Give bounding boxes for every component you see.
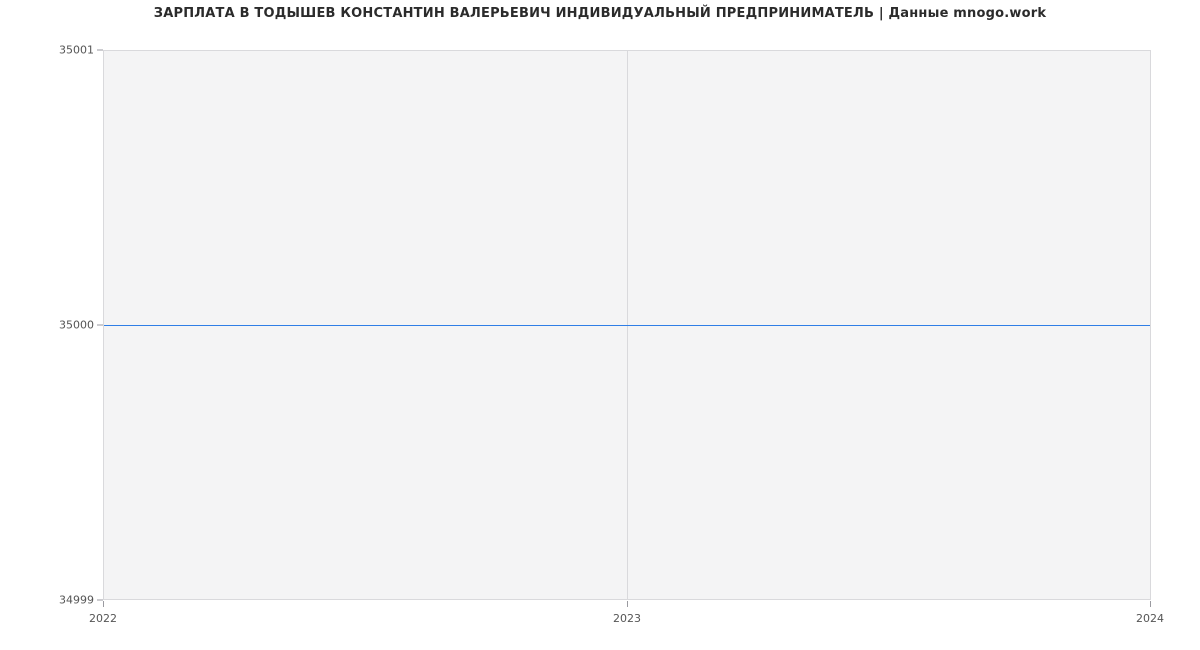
x-tick-dash <box>103 601 104 607</box>
x-tick-label: 2022 <box>89 612 117 625</box>
data-series-line <box>104 325 1150 326</box>
salary-line-chart: ЗАРПЛАТА В ТОДЫШЕВ КОНСТАНТИН ВАЛЕРЬЕВИЧ… <box>0 0 1200 650</box>
x-tick-dash <box>627 601 628 607</box>
x-tick-dash <box>1150 601 1151 607</box>
x-tick-label: 2023 <box>613 612 641 625</box>
y-tick-label: 34999 <box>4 594 94 607</box>
y-tick-label: 35001 <box>4 44 94 57</box>
x-tick-label: 2024 <box>1136 612 1164 625</box>
plot-area <box>103 50 1151 600</box>
y-tick-label: 35000 <box>4 319 94 332</box>
chart-title: ЗАРПЛАТА В ТОДЫШЕВ КОНСТАНТИН ВАЛЕРЬЕВИЧ… <box>0 6 1200 21</box>
